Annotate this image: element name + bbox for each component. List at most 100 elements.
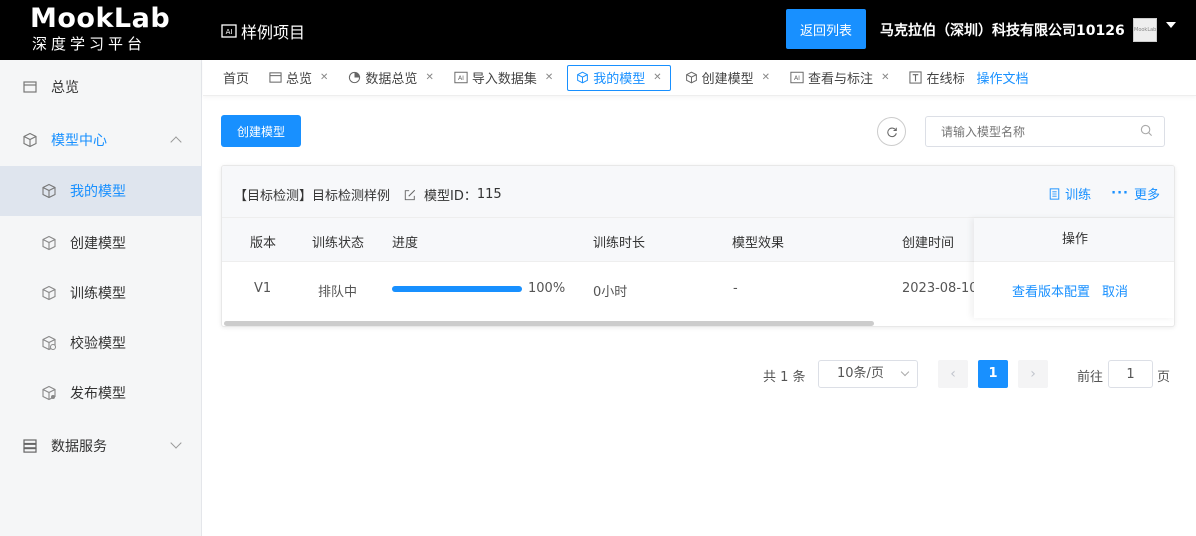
tab-label: 总览 [286, 72, 313, 87]
model-card: 【目标检测】 目标检测样例 模型ID： 115 训练 ··· 更多 版本 训练状… [221, 165, 1175, 327]
sidebar-item-label: 总览 [51, 80, 79, 96]
view-version-config-link[interactable]: 查看版本配置 [1012, 281, 1090, 300]
tab-label: 导入数据集 [471, 72, 537, 87]
caret-down-icon[interactable] [1166, 22, 1176, 28]
model-card-header: 【目标检测】 目标检测样例 模型ID： 115 训练 ··· 更多 [222, 166, 1174, 218]
project-icon: AI [221, 24, 237, 38]
operations-column: 操作 查看版本配置 取消 [974, 218, 1174, 318]
close-icon[interactable]: ✕ [320, 72, 328, 83]
cube-check-icon [40, 334, 58, 352]
edit-icon[interactable] [404, 189, 416, 201]
train-button[interactable]: 训练 [1049, 184, 1091, 203]
chevron-left-icon: ‹ [950, 366, 956, 382]
sidebar-item-label: 我的模型 [70, 184, 126, 200]
tab-label: 首页 [223, 72, 250, 87]
ai-icon: AI [454, 71, 468, 84]
cancel-link[interactable]: 取消 [1102, 281, 1128, 300]
sidebar-item-label: 训练模型 [70, 286, 126, 302]
train-label: 训练 [1065, 188, 1092, 203]
search-input[interactable] [925, 116, 1165, 147]
document-icon [1049, 187, 1060, 200]
refresh-icon[interactable] [877, 117, 906, 146]
progress-fill [392, 286, 522, 292]
svg-text:AI: AI [458, 75, 464, 82]
close-icon[interactable]: ✕ [653, 72, 661, 83]
chevron-down-icon [900, 367, 910, 377]
ai-icon: AI [790, 71, 804, 84]
next-page-button[interactable]: › [1018, 360, 1048, 388]
goto-label: 前往 [1077, 370, 1104, 385]
mooklab-logo[interactable]: MookLab 深度学习平台 [30, 4, 180, 54]
card-actions: 训练 ··· 更多 [1049, 184, 1160, 203]
col-version: 版本 [250, 236, 277, 251]
avatar[interactable]: MookLab [1133, 18, 1157, 42]
sidebar-item-label: 发布模型 [70, 386, 126, 402]
close-icon[interactable]: ✕ [881, 72, 889, 83]
cube-icon [40, 234, 58, 252]
col-model-effect: 模型效果 [732, 236, 785, 251]
tab-data-overview[interactable]: 数据总览 ✕ [342, 65, 439, 91]
cell-duration: 0小时 [593, 285, 628, 300]
tab-label: 数据总览 [365, 72, 418, 87]
chevron-down-icon [170, 437, 182, 449]
tab-bar: 首页 总览 ✕ 数据总览 ✕ AI 导入数据集 ✕ 我的模型 ✕ 创建模型 ✕ … [203, 60, 1196, 96]
overview-icon [21, 78, 39, 96]
cube-icon [685, 71, 698, 84]
sidebar-item-model-center[interactable]: 模型中心 [0, 115, 202, 165]
close-icon[interactable]: ✕ [762, 72, 770, 83]
svg-text:AI: AI [794, 75, 800, 82]
model-id-label: 模型ID： [424, 189, 477, 204]
chevron-up-icon [170, 136, 182, 148]
col-train-status: 训练状态 [312, 236, 365, 251]
close-icon[interactable]: ✕ [545, 72, 553, 83]
overview-icon [269, 71, 282, 84]
cell-created: 2023-08-10 [902, 281, 978, 296]
tab-view-annotate[interactable]: AI 查看与标注 ✕ [784, 65, 895, 91]
back-to-list-button[interactable]: 返回列表 [786, 9, 866, 49]
sidebar-item-my-models[interactable]: 我的模型 [0, 166, 202, 216]
goto-page-input[interactable] [1108, 360, 1153, 388]
tab-import-dataset[interactable]: AI 导入数据集 ✕ [448, 65, 559, 91]
cube-icon [40, 182, 58, 200]
tab-label: 创建模型 [701, 72, 754, 87]
tab-overview[interactable]: 总览 ✕ [263, 65, 334, 91]
close-icon[interactable]: ✕ [425, 72, 433, 83]
sidebar-item-data-service[interactable]: 数据服务 [0, 421, 202, 471]
more-button[interactable]: ··· 更多 [1111, 184, 1160, 203]
tab-label: 我的模型 [593, 72, 646, 87]
horizontal-scrollbar[interactable] [224, 321, 874, 326]
database-icon [21, 437, 39, 455]
tab-label: 查看与标注 [808, 72, 874, 87]
create-model-button[interactable]: 创建模型 [221, 115, 301, 147]
sidebar-item-create-model[interactable]: 创建模型 [0, 218, 202, 268]
tab-online-annotate[interactable]: 在线标 [903, 65, 970, 91]
docs-link[interactable]: 操作文档 [976, 68, 1028, 87]
sidebar-item-label: 数据服务 [51, 439, 107, 455]
col-progress: 进度 [392, 236, 419, 251]
model-name: 目标检测样例 [312, 189, 391, 204]
sidebar-item-train-model[interactable]: 训练模型 [0, 268, 202, 318]
sidebar-item-label: 创建模型 [70, 236, 126, 252]
more-label: 更多 [1133, 188, 1160, 203]
sidebar-item-publish-model[interactable]: 发布模型 [0, 368, 202, 418]
sidebar-item-overview[interactable]: 总览 [0, 62, 202, 112]
ellipsis-icon: ··· [1111, 186, 1129, 201]
page-size-select[interactable]: 10条/页 [818, 360, 918, 388]
page-number-current[interactable]: 1 [978, 360, 1008, 388]
search-icon[interactable] [1140, 124, 1153, 141]
sidebar: 总览 模型中心 我的模型 创建模型 训练模型 校验模型 发布模型 数据服务 [0, 60, 202, 536]
logo-main-text: MookLab [30, 3, 171, 34]
text-box-icon [909, 71, 923, 84]
project-title: AI 样例项目 [221, 19, 305, 43]
cube-icon [576, 71, 589, 84]
cell-status: 排队中 [318, 285, 358, 300]
tab-my-models[interactable]: 我的模型 ✕ [567, 64, 671, 91]
company-name: 马克拉伯（深圳）科技有限公司10126 [880, 23, 1125, 39]
tab-create-model[interactable]: 创建模型 ✕ [679, 65, 776, 91]
sidebar-item-validate-model[interactable]: 校验模型 [0, 318, 202, 368]
cell-effect: - [733, 281, 738, 296]
cell-progress-text: 100% [528, 281, 566, 296]
tab-home[interactable]: 首页 [217, 65, 255, 91]
prev-page-button[interactable]: ‹ [938, 360, 968, 388]
svg-text:AI: AI [226, 28, 233, 36]
